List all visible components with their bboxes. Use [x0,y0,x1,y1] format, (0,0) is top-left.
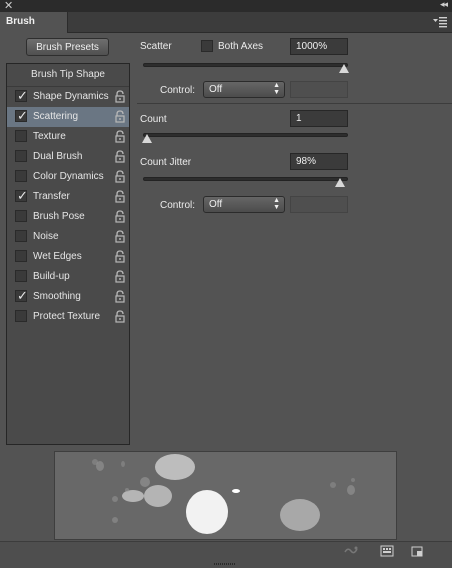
sidebar-item-checkbox[interactable] [15,310,27,322]
scatter-control-select[interactable]: Off ▲ ▼ [203,81,285,98]
both-axes-checkbox[interactable] [201,40,213,52]
sidebar-item-checkbox[interactable] [15,270,27,282]
sidebar-item-label: Build-up [33,271,70,282]
scatter-value-field[interactable]: 1000% [290,38,348,55]
sidebar-item-noise[interactable]: Noise [7,227,129,247]
scatter-control-label: Control: [160,85,196,96]
lock-icon[interactable] [114,290,126,303]
count-jitter-control-value: Off [209,199,223,210]
lock-icon[interactable] [114,150,126,163]
sidebar-item-label: Brush Pose [33,211,85,222]
count-jitter-control-extra-field [290,196,348,213]
brush-settings-list: Brush Tip Shape ✓ Shape Dynamics ✓ Scatteri… [6,63,130,445]
scatter-slider-track[interactable] [143,63,348,67]
select-arrows-icon: ▲ ▼ [273,197,280,211]
brush-preview-dabs [92,454,355,534]
resize-grip-icon[interactable] [214,563,236,566]
sidebar-item-checkbox[interactable]: ✓ [15,188,28,203]
lock-icon[interactable] [114,130,126,143]
lock-icon[interactable] [114,110,126,123]
lock-icon[interactable] [114,270,126,283]
count-slider-track[interactable] [143,133,348,137]
count-slider-thumb[interactable] [142,134,152,143]
sidebar-item-label: Scattering [33,111,79,122]
lock-icon[interactable] [114,90,126,103]
count-jitter-value-field[interactable]: 98% [290,153,348,170]
sidebar-item-wet-edges[interactable]: Wet Edges [7,247,129,267]
sidebar-item-build-up[interactable]: Build-up [7,267,129,287]
lock-icon[interactable] [114,310,126,323]
toggle-live-tip-preview-icon[interactable] [344,545,358,557]
sidebar-item-label: Protect Texture [33,311,101,322]
sidebar-item-color-dynamics[interactable]: Color Dynamics [7,167,129,187]
sidebar-item-label: Shape Dynamics [33,91,109,102]
count-jitter-label: Count Jitter [140,157,192,168]
panel-menu-icon[interactable] [433,16,447,28]
scatter-control-extra-field [290,81,348,98]
sidebar-item-label: Wet Edges [33,251,82,262]
sidebar-item-label: Transfer [33,191,70,202]
create-new-brush-icon[interactable] [410,545,424,557]
lock-icon[interactable] [114,230,126,243]
sidebar-item-transfer[interactable]: ✓ Transfer [7,187,129,207]
count-jitter-control-label: Control: [160,200,196,211]
close-panel-button[interactable]: ✕ [4,0,13,12]
sidebar-item-label: Smoothing [33,291,81,302]
brush-stroke-preview [54,451,397,540]
scatter-slider-thumb[interactable] [339,64,349,73]
sidebar-item-checkbox[interactable]: ✓ [15,108,28,123]
count-label: Count [140,114,167,125]
scatter-control-value: Off [209,84,223,95]
sidebar-item-label: Color Dynamics [33,171,104,182]
sidebar-item-shape-dynamics[interactable]: ✓ Shape Dynamics [7,87,129,107]
sidebar-item-checkbox[interactable] [15,130,27,142]
sidebar-item-checkbox[interactable]: ✓ [15,88,28,103]
scatter-label: Scatter [140,41,172,52]
count-jitter-control-select[interactable]: Off ▲ ▼ [203,196,285,213]
lock-icon[interactable] [114,250,126,263]
panel-tab-bar: Brush [0,12,452,33]
sidebar-item-checkbox[interactable] [15,150,27,162]
checkmark-icon: ✓ [17,108,28,123]
brush-tip-shape-item[interactable]: Brush Tip Shape [7,64,129,87]
open-preset-manager-icon[interactable] [380,545,394,557]
sidebar-item-protect-texture[interactable]: Protect Texture [7,307,129,327]
sidebar-item-smoothing[interactable]: ✓ Smoothing [7,287,129,307]
collapse-panel-button[interactable]: ◂◂ [440,0,448,10]
both-axes-label: Both Axes [218,41,264,52]
checkmark-icon: ✓ [17,88,28,103]
sidebar-item-checkbox[interactable] [15,210,27,222]
lock-icon[interactable] [114,190,126,203]
sidebar-item-label: Texture [33,131,66,142]
sidebar-item-brush-pose[interactable]: Brush Pose [7,207,129,227]
sidebar-item-scattering[interactable]: ✓ Scattering [7,107,129,127]
select-arrows-icon: ▲ ▼ [273,82,280,96]
checkmark-icon: ✓ [17,188,28,203]
lock-icon[interactable] [114,170,126,183]
tab-brush-label: Brush [6,16,35,27]
sidebar-item-dual-brush[interactable]: Dual Brush [7,147,129,167]
sidebar-item-label: Noise [33,231,59,242]
panel-title-strip: ✕ ◂◂ [0,0,452,12]
lock-icon[interactable] [114,210,126,223]
section-divider [137,103,452,104]
count-value-field[interactable]: 1 [290,110,348,127]
sidebar-item-checkbox[interactable]: ✓ [15,288,28,303]
count-jitter-slider-thumb[interactable] [335,178,346,187]
sidebar-item-checkbox[interactable] [15,170,27,182]
sidebar-item-label: Dual Brush [33,151,83,162]
sidebar-item-texture[interactable]: Texture [7,127,129,147]
sidebar-item-checkbox[interactable] [15,250,27,262]
count-jitter-slider-track[interactable] [143,177,348,181]
tab-brush[interactable]: Brush [0,12,68,33]
sidebar-item-checkbox[interactable] [15,230,27,242]
checkmark-icon: ✓ [17,288,28,303]
brush-presets-button[interactable]: Brush Presets [26,38,109,56]
